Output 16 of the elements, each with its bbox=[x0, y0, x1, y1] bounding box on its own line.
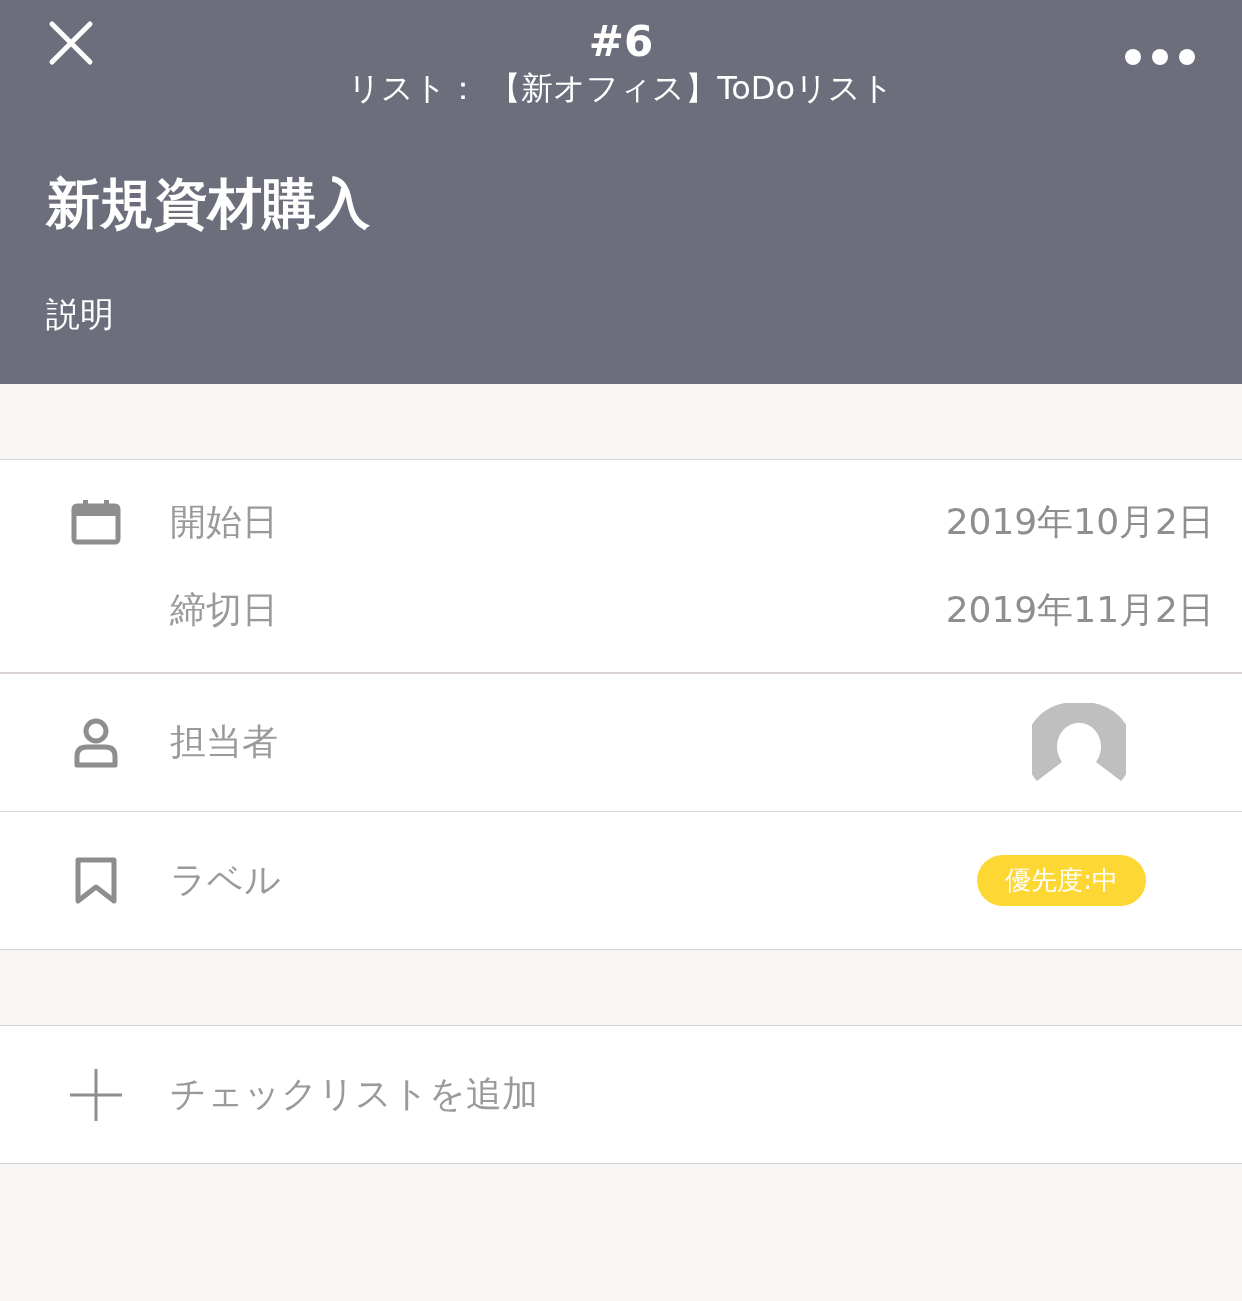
label-label: ラベル bbox=[170, 858, 282, 902]
more-icon bbox=[1124, 48, 1196, 66]
date-label: 締切日 bbox=[170, 587, 279, 632]
bookmark-icon bbox=[74, 856, 118, 905]
calendar-icon bbox=[71, 499, 121, 545]
date-value[interactable]: 2019年10月2日 bbox=[945, 497, 1214, 547]
task-number: #6 bbox=[588, 18, 654, 66]
more-button[interactable] bbox=[1124, 48, 1196, 66]
task-title: 新規資材購入 bbox=[46, 172, 371, 236]
description-label[interactable]: 説明 bbox=[46, 292, 1196, 336]
person-icon bbox=[74, 717, 118, 768]
assignee-label: 担当者 bbox=[170, 720, 279, 764]
date-value[interactable]: 2019年11月2日 bbox=[945, 585, 1214, 635]
list-name: リスト： 【新オフィス】ToDoリスト bbox=[347, 68, 895, 109]
date-label: 開始日 bbox=[170, 499, 279, 544]
plus-icon bbox=[68, 1066, 124, 1123]
